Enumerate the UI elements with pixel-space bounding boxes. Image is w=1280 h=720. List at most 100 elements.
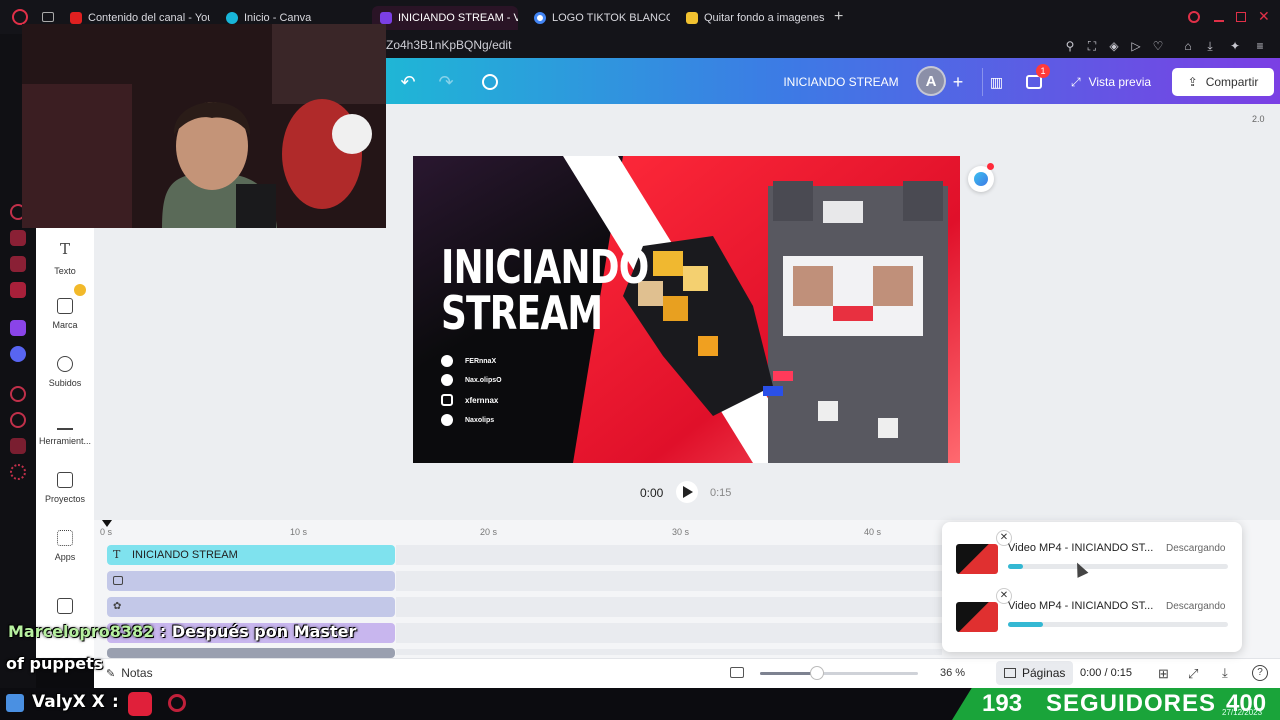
pinboard-icon[interactable] [10,256,26,272]
search-icon[interactable] [1188,11,1200,23]
chart-bars-icon: ▥ [989,73,1004,90]
download-item[interactable]: ✕ Video MP4 - INICIANDO ST... Descargand… [952,588,1232,644]
tab-removebg[interactable]: Quitar fondo a imagenes o [686,6,826,30]
image-track[interactable] [107,571,395,591]
chat-username: Marcelopro8382 [8,622,155,641]
social-row-4[interactable]: Naxolips [441,414,494,426]
url-text[interactable]: Zo4h3B1nKpBQNg/edit [386,38,511,52]
extensions-icon[interactable] [10,438,26,454]
magic-assistant-icon[interactable] [968,163,994,192]
design-title[interactable]: INICIANDO STREAM [776,68,906,96]
avatar[interactable]: A [916,66,946,96]
add-collaborator-button[interactable]: + [948,68,968,96]
text-icon: T [59,240,70,258]
wallet-icon[interactable]: ⌂ [1180,38,1196,54]
minimize-icon[interactable] [1214,20,1224,22]
canva-video-icon [380,12,392,24]
social-handle: xfernnax [465,395,499,405]
preview-button[interactable]: ⤢ Vista previa [1054,68,1168,96]
discord-icon[interactable] [10,346,26,362]
cloud-sync-icon[interactable] [478,68,502,96]
sidebar-item-tools[interactable]: Herramient... [36,414,94,446]
sidebar-item-label: Herramient... [38,436,91,446]
tiktok-icon [441,374,453,386]
play-icon [683,486,693,498]
element-track[interactable]: ✿ [107,597,395,617]
zoom-percent[interactable]: 36 % [940,667,965,679]
sidebar-item-apps[interactable]: Apps [36,530,94,562]
sidebar-item-uploads[interactable]: Subidos [36,356,94,388]
opera-logo-icon[interactable] [12,9,28,25]
player-icon[interactable] [10,386,26,402]
fit-view-icon[interactable] [730,667,744,678]
download-icon[interactable]: ⤓ [1202,38,1218,54]
canva-left-panel: T Texto Marca Subidos Herramient... Proy… [36,228,94,658]
zoom-slider-handle[interactable] [809,666,824,680]
redo-icon[interactable]: ↷ [434,68,458,96]
sidebar-item-label: Marca [52,320,78,330]
upload-icon [57,356,73,372]
new-tab-button[interactable]: + [834,8,843,26]
download-item[interactable]: ✕ Video MP4 - INICIANDO ST... Descargand… [952,530,1232,586]
shield-icon[interactable]: ◈ [1106,38,1122,54]
twitch-icon[interactable] [10,320,26,336]
playhead[interactable] [102,520,112,527]
help-icon[interactable]: ? [1252,665,1268,681]
close-window-icon[interactable]: ✕ [1258,8,1270,25]
tab-label: LOGO TIKTOK BLANCO - ( [552,12,670,24]
menu-icon[interactable]: ≡ [1252,38,1268,54]
tab-google-logo[interactable]: LOGO TIKTOK BLANCO - ( [534,6,670,30]
social-row-1[interactable]: FERnnaX [441,355,496,367]
image-track-icon [113,576,123,585]
address-bar[interactable]: Zo4h3B1nKpBQNg/edit ⚲ ⛶ ◈ ▷ ♡ ⌂ ⤓ ✦ ≡ [386,34,1280,58]
heart-icon[interactable]: ♡ [1150,38,1166,54]
expand-icon: ⤢ [1070,74,1081,89]
headline-line2[interactable]: STREAM [441,286,603,340]
mail-icon[interactable] [10,282,26,298]
sidebar-item-brand[interactable]: Marca [36,284,94,330]
comments-button[interactable]: 1 [1020,64,1050,96]
play-button[interactable] [676,481,698,503]
sidebar-item-projects[interactable]: Proyectos [36,472,94,504]
tick-label: 20 s [480,527,498,537]
screenshot-icon[interactable]: ⛶ [1084,38,1100,54]
social-row-3[interactable]: xfernnax [441,394,498,406]
tab-menu-icon[interactable] [42,12,54,22]
user-icon [6,694,24,712]
facebook-icon [441,414,453,426]
tab-iniciando-stream[interactable]: INICIANDO STREAM - Víde [372,6,518,30]
download-status: Descargando [1166,543,1226,554]
grid-view-icon[interactable]: ⊞ [1158,666,1169,682]
tick-label: 40 s [864,527,882,537]
social-row-2[interactable]: Nax.olipsO [441,374,502,386]
video-track[interactable] [107,648,395,658]
preview-label: Vista previa [1088,75,1152,89]
opera-logo-icon [168,694,186,712]
design-canvas[interactable]: INICIANDO STREAM FERnnaX Nax.olipsO xfer… [413,156,960,463]
zoom-slider[interactable] [760,666,918,680]
sidebar-item-label: Texto [54,266,76,276]
share-button[interactable]: ⇪ Compartir [1172,68,1274,96]
google-icon [534,12,546,24]
folder-icon [57,472,73,488]
youtube-icon [70,12,82,24]
brand-icon [57,298,73,314]
notes-button[interactable]: ✎ Notas [106,666,153,680]
history-icon[interactable] [10,412,26,428]
pin-icon[interactable]: ⚲ [1062,38,1078,54]
pages-button[interactable]: Páginas [996,661,1074,685]
text-track[interactable]: T INICIANDO STREAM [107,545,395,565]
sidebar-item-magic[interactable] [36,598,94,620]
pages-label: Páginas [1022,666,1066,680]
download-title: Video MP4 - INICIANDO ST... [1008,600,1154,612]
sidebar-item-text[interactable]: T Texto [36,240,94,276]
workspace-icon[interactable] [10,230,26,246]
download-arrow-icon[interactable]: ⤓ [1222,665,1228,681]
fullscreen-icon[interactable]: ⤢ [1188,666,1198,682]
settings-icon[interactable] [10,464,26,480]
undo-icon[interactable]: ↶ [396,68,420,96]
maximize-icon[interactable] [1236,12,1246,22]
ai-icon[interactable]: ✦ [1224,38,1246,54]
send-icon[interactable]: ▷ [1128,38,1144,54]
insights-button[interactable]: ▥ [982,68,1010,96]
